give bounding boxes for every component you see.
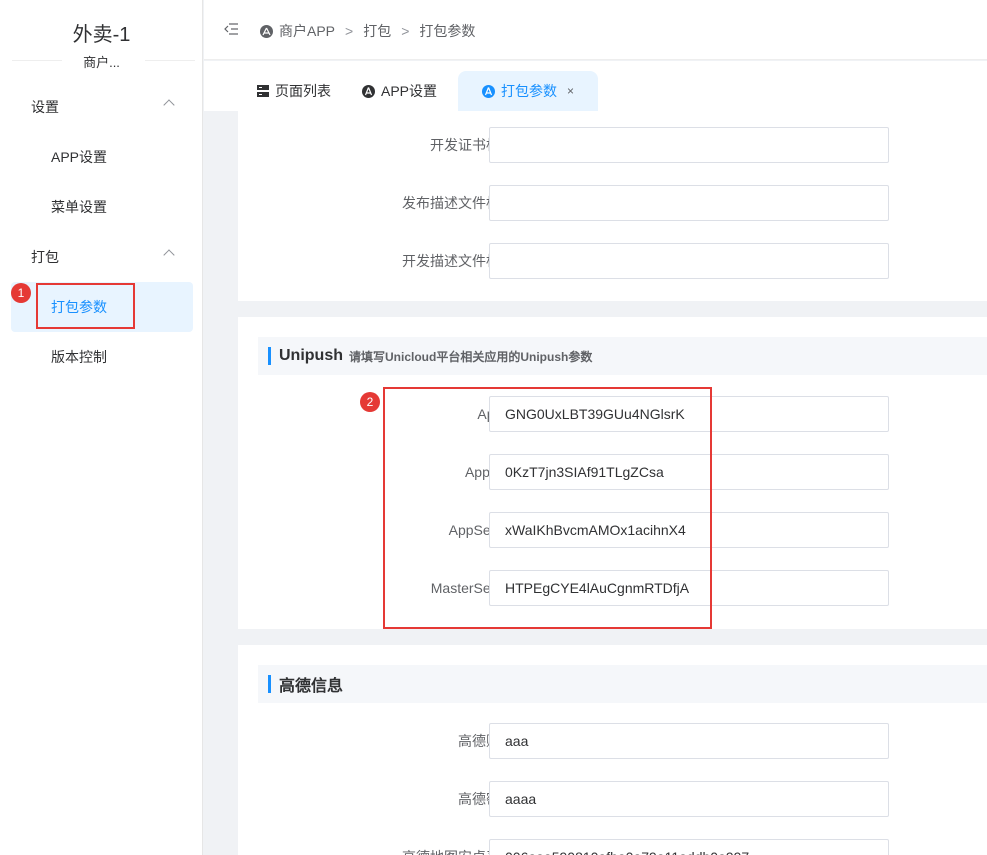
chevron-up-icon: [163, 249, 175, 261]
close-icon[interactable]: ×: [567, 84, 574, 98]
gaode-android-key-input[interactable]: [489, 839, 889, 855]
menu-group-label: 打包: [31, 249, 59, 265]
sidebar-item-label: 菜单设置: [51, 199, 107, 215]
menu-group-settings[interactable]: 设置: [0, 85, 203, 129]
dev-cert-id-input[interactable]: [489, 127, 889, 163]
menu-group-label: 设置: [31, 99, 59, 115]
list-icon: [256, 85, 269, 98]
step-badge: 1: [11, 283, 31, 303]
section-header: 高德信息: [258, 665, 987, 703]
sidebar: 外卖-1 商户... 设置 APP设置 菜单设置 打包 打包参数 版本控制 1: [0, 0, 203, 855]
menu-group-packaging[interactable]: 打包: [0, 235, 203, 279]
tab-label: 页面列表: [275, 83, 331, 99]
card-unipush: Unipush 请填写Unicloud平台相关应用的Unipush参数 AppI…: [238, 317, 987, 629]
breadcrumb-item: 打包参数: [419, 23, 476, 39]
section-subtitle: 请填写Unicloud平台相关应用的Unipush参数: [349, 349, 593, 364]
tab-pack-params[interactable]: 打包参数 ×: [458, 71, 599, 111]
app-icon: [482, 84, 495, 98]
app-subtitle: 商户...: [83, 55, 120, 70]
tab-label: APP设置: [381, 83, 438, 99]
breadcrumb-separator: >: [345, 23, 354, 39]
sidebar-item-label: APP设置: [51, 149, 108, 165]
section-header: Unipush 请填写Unicloud平台相关应用的Unipush参数: [258, 337, 987, 375]
gaode-password-input[interactable]: [489, 781, 889, 817]
top-header: 商户APP > 打包 > 打包参数: [204, 0, 987, 60]
form-row: MasterSecret: [238, 570, 938, 606]
section-accent: [268, 347, 271, 365]
sidebar-item-app-settings[interactable]: APP设置: [11, 132, 193, 182]
form-row: 高德密码: [238, 781, 938, 817]
app-title: 外卖-1: [72, 24, 131, 46]
chevron-up-icon: [163, 99, 175, 111]
form-row: AppSecret: [238, 512, 938, 548]
app-store-icon: [260, 24, 273, 38]
form-row: AppKey: [238, 454, 938, 490]
content-gutter: [204, 111, 238, 855]
form-row: 发布描述文件标识: [238, 185, 938, 221]
card-gaode: 高德信息 高德账号 高德密码 高德地图安卓平台: [238, 645, 987, 855]
dev-profile-id-input[interactable]: [489, 243, 889, 279]
section-title: 高德信息: [279, 678, 344, 695]
card-certificates: 开发证书标识 发布描述文件标识 开发描述文件标识: [238, 111, 987, 301]
breadcrumb-item[interactable]: 商户APP: [279, 21, 335, 41]
tab-page-list[interactable]: 页面列表: [256, 71, 331, 111]
breadcrumb: 商户APP > 打包 > 打包参数: [260, 21, 475, 41]
sidebar-item-menu-settings[interactable]: 菜单设置: [11, 182, 193, 232]
tab-app-settings[interactable]: APP设置: [362, 71, 437, 111]
form-row: 高德地图安卓平台: [238, 839, 938, 855]
appkey-input[interactable]: [489, 454, 889, 490]
step-badge: 2: [360, 392, 380, 412]
mastersecret-input[interactable]: [489, 570, 889, 606]
sidebar-item-pack-params[interactable]: 打包参数: [11, 282, 193, 332]
main-content: 开发证书标识 发布描述文件标识 开发描述文件标识 Unipush 请填写Unic…: [204, 111, 987, 855]
tab-bar: 页面列表 APP设置 打包参数 ×: [204, 61, 987, 111]
release-profile-id-input[interactable]: [489, 185, 889, 221]
form-row: 高德账号: [238, 723, 938, 759]
form-row: 开发描述文件标识: [238, 243, 938, 279]
sidebar-item-version-control[interactable]: 版本控制: [11, 332, 193, 382]
tab-label: 打包参数: [501, 83, 557, 99]
appsecret-input[interactable]: [489, 512, 889, 548]
appid-input[interactable]: [489, 396, 889, 432]
section-accent: [268, 675, 271, 693]
form-row: 开发证书标识: [238, 127, 938, 163]
sidebar-item-label: 版本控制: [51, 349, 107, 365]
sidebar-item-label: 打包参数: [51, 299, 107, 315]
form-row: AppId: [238, 396, 938, 432]
section-title: Unipush: [279, 347, 343, 364]
breadcrumb-separator: >: [401, 23, 410, 39]
app-icon: [362, 84, 375, 98]
breadcrumb-item[interactable]: 打包: [363, 21, 391, 41]
collapse-menu-icon[interactable]: [224, 22, 238, 36]
gaode-account-input[interactable]: [489, 723, 889, 759]
